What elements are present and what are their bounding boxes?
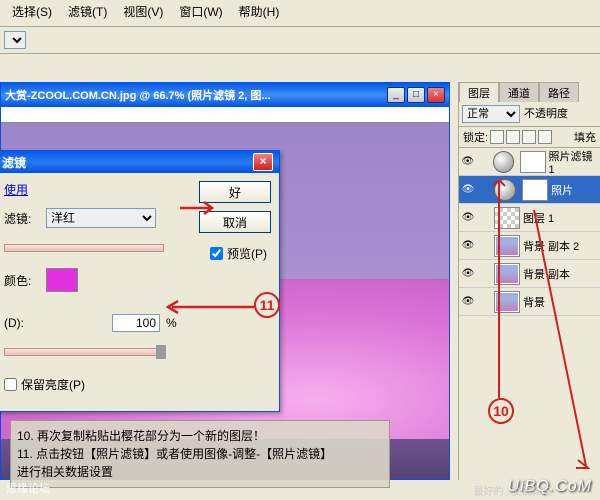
visibility-icon[interactable]: 👁 (459, 296, 477, 307)
opacity-label: 不透明度 (524, 105, 568, 123)
adjustment-layer-icon[interactable] (493, 151, 514, 173)
watermark-sub: 最好的...交流论坛 (474, 483, 552, 498)
dialog-title: 滤镜 (2, 154, 26, 171)
preview-checkbox[interactable] (210, 247, 223, 260)
visibility-icon[interactable]: 👁 (459, 240, 477, 251)
filter-slider[interactable] (4, 238, 164, 258)
fill-label: 填充 (574, 129, 596, 145)
visibility-icon[interactable]: 👁 (459, 268, 477, 279)
lock-all-icon[interactable] (538, 130, 552, 144)
annotation-number-11: 11 (254, 292, 280, 318)
arrow-to-ok-icon (180, 200, 220, 216)
menu-window[interactable]: 窗口(W) (171, 1, 230, 22)
layer-name: 照片 (551, 182, 573, 198)
visibility-icon[interactable]: 👁 (459, 212, 477, 223)
preserve-checkbox[interactable] (4, 378, 17, 391)
ruler (1, 107, 449, 123)
menu-bar: 选择(S) 滤镜(T) 视图(V) 窗口(W) 帮助(H) (0, 0, 600, 22)
menu-filter[interactable]: 滤镜(T) (60, 1, 115, 22)
tab-channels[interactable]: 通道 (499, 82, 539, 102)
arrow-10b-icon (530, 210, 590, 470)
layer-mask-thumbnail[interactable] (522, 179, 548, 201)
color-label: 颜色: (4, 272, 40, 289)
layer-row[interactable]: 👁 照片 (459, 176, 600, 204)
layer-name: 照片滤镜 1 (549, 148, 600, 176)
layer-mask-thumbnail[interactable] (520, 151, 545, 173)
minimize-button[interactable]: _ (387, 87, 405, 103)
options-dropdown[interactable] (4, 31, 26, 49)
density-unit: % (166, 316, 177, 330)
document-title: 大赏-ZCOOL.COM.CN.jpg @ 66.7% (照片滤镜 2, 图..… (5, 87, 387, 103)
tab-paths[interactable]: 路径 (539, 82, 579, 102)
annotation-number-10: 10 (488, 398, 514, 424)
lock-position-icon[interactable] (522, 130, 536, 144)
visibility-icon[interactable]: 👁 (459, 156, 476, 167)
density-input[interactable] (112, 314, 160, 332)
instruction-11b: 进行相关数据设置 (17, 463, 383, 481)
preserve-label: 保留亮度(P) (21, 376, 85, 393)
filter-label: 滤镜: (4, 210, 40, 227)
filter-select[interactable]: 洋红 (46, 208, 156, 228)
menu-view[interactable]: 视图(V) (115, 1, 171, 22)
close-button[interactable]: × (427, 87, 445, 103)
maximize-button[interactable]: □ (407, 87, 425, 103)
lock-pixels-icon[interactable] (506, 130, 520, 144)
density-label: (D): (4, 316, 40, 330)
lock-label: 锁定: (463, 129, 488, 145)
density-slider[interactable] (4, 342, 164, 362)
instruction-10: 10. 再次复制粘贴出樱花部分为一个新的图层！ (17, 427, 383, 445)
options-bar (0, 26, 600, 54)
dialog-titlebar: 滤镜 × (0, 151, 279, 173)
preview-label: 预览(P) (227, 245, 267, 262)
document-titlebar: 大赏-ZCOOL.COM.CN.jpg @ 66.7% (照片滤镜 2, 图..… (1, 83, 449, 107)
instruction-11: 11. 点击按钮【照片滤镜】或者使用图像-调整-【照片滤镜】 (17, 445, 383, 463)
tab-layers[interactable]: 图层 (459, 82, 499, 102)
arrow-11-icon (164, 300, 256, 314)
visibility-icon[interactable]: 👁 (459, 184, 477, 195)
photo-filter-dialog: 滤镜 × 使用 滤镜: 洋红 好 取消 颜色: 预览(P) (D): (0, 150, 280, 412)
lock-transparency-icon[interactable] (490, 130, 504, 144)
dialog-close-button[interactable]: × (253, 153, 273, 171)
credit-text: 思缘论坛 (6, 480, 50, 496)
blend-mode-select[interactable]: 正常 (462, 105, 520, 123)
arrow-10a-icon (490, 180, 508, 400)
color-swatch[interactable] (46, 268, 78, 292)
instruction-box: 10. 再次复制粘贴出樱花部分为一个新的图层！ 11. 点击按钮【照片滤镜】或者… (10, 420, 390, 488)
menu-help[interactable]: 帮助(H) (231, 1, 288, 22)
menu-select[interactable]: 选择(S) (4, 1, 60, 22)
layer-row[interactable]: 👁 照片滤镜 1 (459, 148, 600, 176)
